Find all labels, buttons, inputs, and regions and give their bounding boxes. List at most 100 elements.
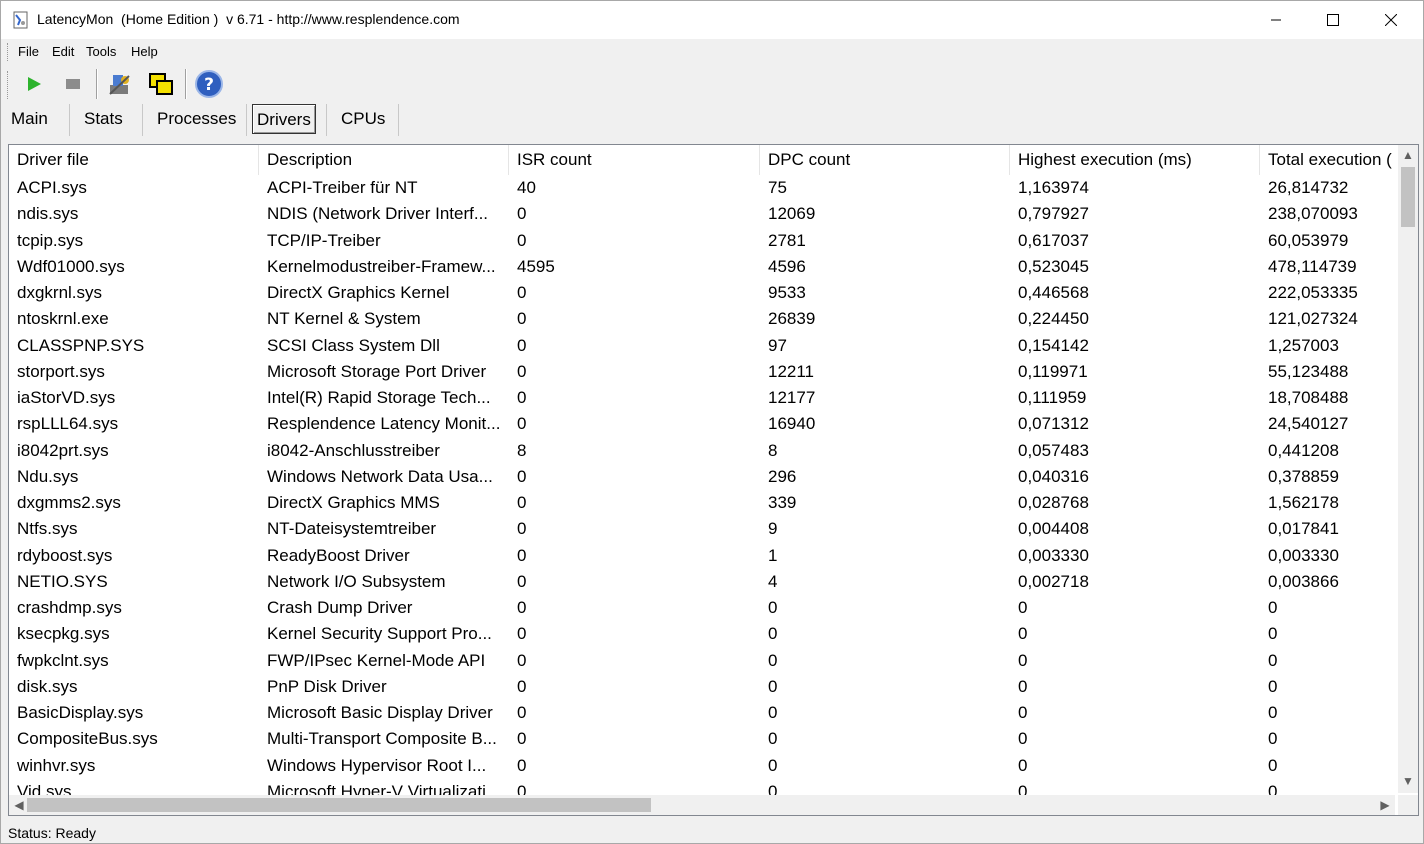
cell-highest-execution: 0 [1018,676,1028,696]
stop-button[interactable] [58,69,88,99]
cell-dpc-count: 12211 [768,361,815,381]
table-row[interactable]: ntoskrnl.exe NT Kernel & System 0 26839 0,22… [9,306,1395,332]
cell-dpc-count: 1 [768,545,778,565]
stop-icon [66,79,80,89]
scrollbar-corner [1398,795,1418,815]
table-row[interactable]: iaStorVD.sys Intel(R) Rapid Storage Tech.… [9,385,1395,411]
cell-isr-count: 0 [517,204,527,224]
table-row[interactable]: crashdmp.sys Crash Dump Driver 0 0 0 0 [9,595,1395,621]
table-row[interactable]: rspLLL64.sys Resplendence Latency Monit..… [9,411,1395,437]
column-header-description[interactable]: Description [259,145,509,175]
table-row[interactable]: dxgmms2.sys DirectX Graphics MMS 0 339 0,028… [9,490,1395,516]
menu-tools[interactable]: Tools [86,44,116,59]
scroll-left-arrow-icon[interactable]: ◀ [9,795,29,815]
start-button[interactable] [19,69,49,99]
cell-total-execution: 0 [1268,676,1278,696]
table-row[interactable]: Ntfs.sys NT-Dateisystemtreiber 0 9 0,004408 0… [9,516,1395,542]
table-row[interactable]: rdyboost.sys ReadyBoost Driver 0 1 0,003330 0… [9,543,1395,569]
cell-total-execution: 0 [1268,755,1278,775]
cell-dpc-count: 9 [768,519,778,539]
cell-isr-count: 0 [517,335,527,355]
tab-main[interactable]: Main [11,104,48,134]
cell-description: Windows Hypervisor Root I... [267,755,487,775]
table-row[interactable]: tcpip.sys TCP/IP-Treiber 0 2781 0,617037 60,0… [9,228,1395,254]
cell-isr-count: 0 [517,650,527,670]
cell-total-execution: 0,003330 [1268,545,1339,565]
table-row[interactable]: Wdf01000.sys Kernelmodustreiber-Framew...… [9,254,1395,280]
table-row[interactable]: i8042prt.sys i8042-Anschlusstreiber 8 8 0,05… [9,438,1395,464]
cell-highest-execution: 0,111959 [1018,388,1087,407]
help-button[interactable]: ? [194,69,224,99]
cell-driver-file: winhvr.sys [17,755,96,775]
cell-description: DirectX Graphics MMS [267,493,440,512]
cell-description: SCSI Class System Dll [267,335,440,355]
table-row[interactable]: storport.sys Microsoft Storage Port Drive… [9,359,1395,385]
cell-total-execution: 0 [1268,703,1278,722]
table-row[interactable]: fwpkclnt.sys FWP/IPsec Kernel-Mode API 0 0 0… [9,648,1395,674]
horizontal-scrollbar[interactable]: ◀ ▶ [9,795,1395,815]
cell-total-execution: 0 [1268,650,1278,670]
column-header-highest-execution[interactable]: Highest execution (ms) [1010,145,1260,175]
minimize-button[interactable] [1247,1,1305,39]
kernel-tool-button[interactable] [105,69,135,99]
column-header-isr-count[interactable]: ISR count [509,145,760,175]
drivers-table[interactable]: Driver file Description ISR count DPC co… [8,144,1419,816]
table-row[interactable]: ACPI.sys ACPI-Treiber für NT 40 75 1,163974 2… [9,175,1395,201]
cell-description: NT-Dateisystemtreiber [267,519,437,539]
table-row[interactable]: Ndu.sys Windows Network Data Usa... 0 296 0,… [9,464,1395,490]
cell-isr-count: 0 [517,729,527,749]
vertical-scrollbar[interactable]: ▲ ▼ [1398,145,1418,793]
toolbar-separator [185,69,187,99]
windows-button[interactable] [146,69,176,99]
cell-isr-count: 0 [517,361,527,381]
table-row[interactable]: dxgkrnl.sys DirectX Graphics Kernel 0 9533 0… [9,280,1395,306]
svg-text:?: ? [204,75,214,95]
cell-isr-count: 0 [517,703,527,722]
cell-driver-file: ksecpkg.sys [17,624,110,644]
scroll-right-arrow-icon[interactable]: ▶ [1375,795,1395,815]
table-row[interactable]: disk.sys PnP Disk Driver 0 0 0 0 [9,674,1395,700]
cell-dpc-count: 339 [768,493,797,512]
table-row[interactable]: ksecpkg.sys Kernel Security Support Pro..… [9,621,1395,647]
maximize-button[interactable] [1304,1,1362,39]
tab-drivers[interactable]: Drivers [252,104,316,134]
menu-edit[interactable]: Edit [52,44,74,59]
column-header-dpc-count[interactable]: DPC count [760,145,1010,175]
cell-dpc-count: 0 [768,729,778,749]
cell-highest-execution: 0,154142 [1018,335,1089,355]
cell-driver-file: tcpip.sys [17,230,84,250]
cell-driver-file: NETIO.SYS [17,571,108,591]
cell-highest-execution: 0,523045 [1018,256,1089,276]
cell-description: NDIS (Network Driver Interf... [267,204,489,224]
vertical-scroll-thumb[interactable] [1401,167,1415,227]
scroll-down-arrow-icon[interactable]: ▼ [1398,771,1418,791]
scroll-up-arrow-icon[interactable]: ▲ [1398,145,1418,165]
cell-isr-count: 0 [517,414,527,434]
cell-driver-file: storport.sys [17,361,105,381]
table-row[interactable]: CLASSPNP.SYS SCSI Class System Dll 0 97 0,15… [9,333,1395,359]
tab-processes[interactable]: Processes [157,104,236,134]
cell-isr-count: 0 [517,624,527,644]
table-row[interactable]: winhvr.sys Windows Hypervisor Root I... 0 0… [9,753,1395,779]
table-row[interactable]: ndis.sys NDIS (Network Driver Interf... 0 1… [9,201,1395,227]
title-bar[interactable]: LatencyMon (Home Edition ) v 6.71 - http… [1,1,1423,39]
tab-cpus[interactable]: CPUs [341,104,385,134]
menu-bar: File Edit Tools Help [1,40,1423,64]
table-row[interactable]: CompositeBus.sys Multi-Transport Composit… [9,726,1395,752]
play-icon [28,77,41,91]
cell-description: Kernel Security Support Pro... [267,624,492,644]
table-row[interactable]: BasicDisplay.sys Microsoft Basic Display … [9,700,1395,726]
tab-separator [246,104,247,136]
horizontal-scroll-thumb[interactable] [27,798,651,812]
menu-file[interactable]: File [18,44,39,59]
cell-description: Network I/O Subsystem [267,571,446,591]
cell-description: NT Kernel & System [267,309,421,329]
close-button[interactable] [1362,1,1420,39]
windows-icon [149,73,173,95]
menu-help[interactable]: Help [131,44,158,59]
column-header-total-execution[interactable]: Total execution ( [1260,145,1395,175]
cell-isr-count: 0 [517,598,527,617]
column-header-driver-file[interactable]: Driver file [9,145,259,175]
table-row[interactable]: NETIO.SYS Network I/O Subsystem 0 4 0,002718… [9,569,1395,595]
tab-stats[interactable]: Stats [84,104,123,134]
